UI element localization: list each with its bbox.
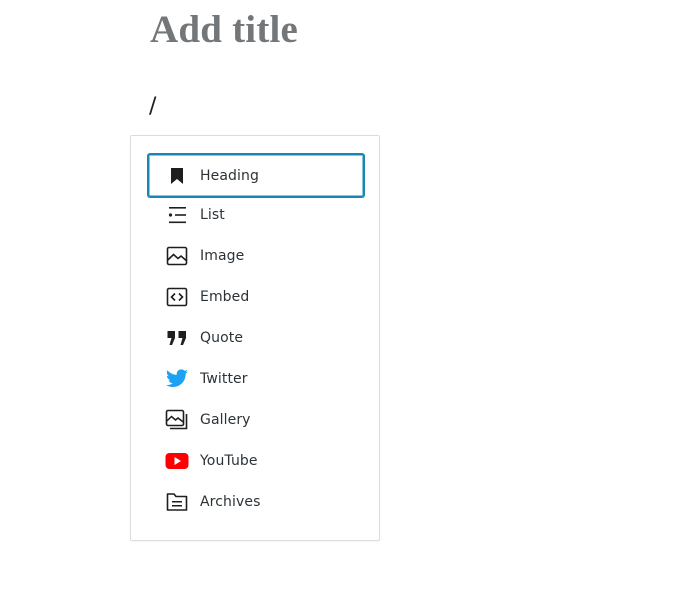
inserter-item-label: Quote bbox=[200, 329, 244, 346]
image-icon bbox=[165, 244, 189, 268]
twitter-icon bbox=[165, 367, 189, 391]
inserter-item-gallery[interactable]: Gallery bbox=[147, 399, 365, 440]
youtube-icon bbox=[165, 449, 189, 473]
inserter-item-quote[interactable]: Quote bbox=[147, 317, 365, 358]
block-inserter-list: Heading List Image Embed Quote Twitter G… bbox=[147, 153, 365, 522]
inserter-item-image[interactable]: Image bbox=[147, 235, 365, 276]
archives-icon bbox=[165, 490, 189, 514]
inserter-item-label: Twitter bbox=[200, 370, 248, 387]
inserter-item-label: Embed bbox=[200, 288, 250, 305]
inserter-item-twitter[interactable]: Twitter bbox=[147, 358, 365, 399]
gallery-icon bbox=[165, 408, 189, 432]
inserter-item-list[interactable]: List bbox=[147, 194, 365, 235]
inserter-item-embed[interactable]: Embed bbox=[147, 276, 365, 317]
inserter-item-label: Image bbox=[200, 247, 245, 264]
quote-icon bbox=[165, 326, 189, 350]
post-title-placeholder[interactable]: Add title bbox=[150, 8, 298, 52]
inserter-item-label: List bbox=[200, 206, 225, 223]
paragraph-block-slash-command[interactable]: / bbox=[149, 94, 156, 120]
list-icon bbox=[165, 203, 189, 227]
embed-icon bbox=[165, 285, 189, 309]
inserter-item-label: Heading bbox=[200, 167, 259, 184]
inserter-item-youtube[interactable]: YouTube bbox=[147, 440, 365, 481]
bookmark-icon bbox=[165, 164, 189, 188]
inserter-item-label: YouTube bbox=[200, 452, 258, 469]
inserter-item-label: Gallery bbox=[200, 411, 251, 428]
inserter-item-archives[interactable]: Archives bbox=[147, 481, 365, 522]
inserter-item-label: Archives bbox=[200, 493, 261, 510]
block-inserter-popover: Heading List Image Embed Quote Twitter G… bbox=[130, 135, 380, 541]
inserter-item-heading[interactable]: Heading bbox=[147, 153, 365, 198]
